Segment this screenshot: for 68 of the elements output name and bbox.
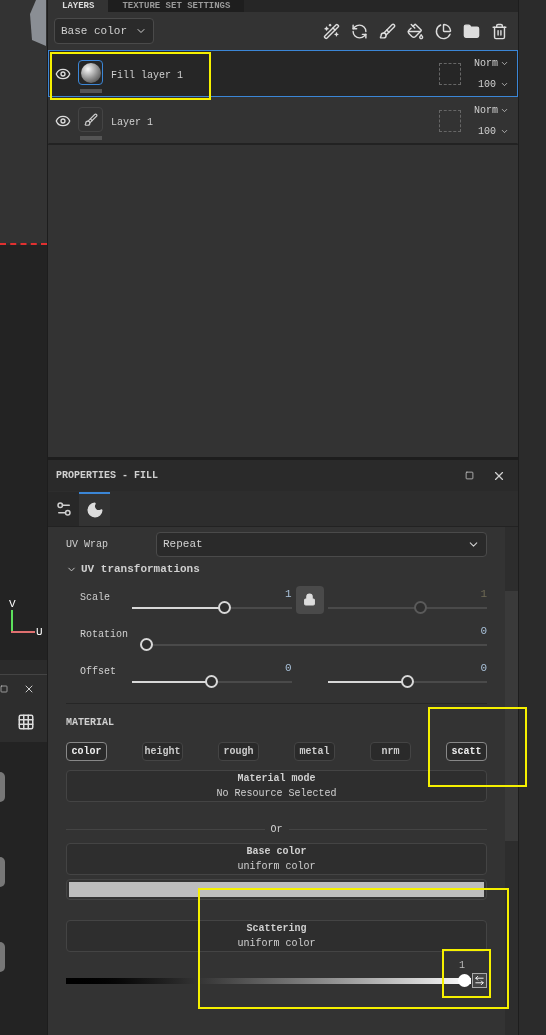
channel-dropdown[interactable]: Base color (54, 18, 154, 44)
channel-toggle[interactable]: nrm (370, 742, 411, 761)
channel-toggle[interactable]: rough (218, 742, 259, 761)
swap-icon (474, 975, 485, 986)
panel-tab[interactable]: LAYERS (48, 0, 109, 12)
slider[interactable] (132, 674, 292, 689)
opacity-dropdown[interactable]: 100 (478, 123, 509, 139)
scattering-button[interactable]: Scattering uniform color (66, 920, 487, 952)
scrollbar-thumb[interactable] (505, 591, 518, 841)
brush-icon[interactable] (379, 22, 396, 40)
settings-icon (54, 500, 73, 518)
slider[interactable] (132, 600, 292, 615)
folder-icon[interactable] (463, 22, 480, 40)
channel-toggle[interactable]: height (142, 742, 183, 761)
material-mode-button[interactable]: Material mode No Resource Selected (66, 770, 487, 802)
mask-slot (439, 109, 461, 132)
lock-button[interactable] (295, 585, 324, 614)
preview-thumbnail[interactable] (0, 942, 5, 972)
section-title: MATERIAL (66, 716, 114, 728)
channel-toggle[interactable]: scatt (446, 742, 487, 761)
mask-bar (79, 89, 102, 93)
gradient-slider[interactable] (66, 973, 471, 988)
field-label: Offset (79, 664, 117, 679)
uv-axis: V U (9, 602, 44, 638)
separator-label: Or (270, 823, 283, 837)
opacity-dropdown[interactable]: 100 (478, 76, 509, 92)
properties-tab[interactable] (79, 492, 110, 526)
mask-slot (439, 62, 461, 85)
layer-row[interactable]: Fill layer 1 Norm 100 (48, 50, 518, 97)
color-swatch[interactable] (66, 879, 487, 900)
slider[interactable] (140, 637, 487, 652)
refresh-icon[interactable] (351, 22, 368, 40)
slider-value: 1 (459, 959, 465, 973)
slider-value: 1 (284, 586, 292, 601)
slider-value: 0 (284, 660, 292, 675)
base-color-button[interactable]: Base color uniform color (66, 843, 487, 875)
slider[interactable] (327, 674, 487, 689)
swap-button[interactable] (472, 973, 487, 988)
trash-icon[interactable] (491, 22, 508, 40)
preview-thumbnail[interactable] (0, 857, 5, 887)
panel-tab[interactable]: TEXTURE SET SETTINGS (108, 0, 245, 12)
layer-name: Fill layer 1 (111, 69, 184, 83)
lock-icon (303, 593, 316, 606)
undock-icon[interactable] (465, 471, 474, 480)
properties-tab[interactable] (48, 492, 79, 526)
grid-icon[interactable] (17, 713, 35, 731)
field-label: Scale (79, 590, 111, 605)
channel-toggle[interactable]: metal (294, 742, 335, 761)
panel-title: PROPERTIES - FILL (56, 469, 159, 483)
blend-dropdown[interactable]: Norm (474, 102, 509, 118)
model-corner (30, 0, 46, 48)
paint-bucket-icon[interactable] (407, 22, 424, 40)
slider-value: 0 (480, 623, 487, 638)
slider-value: 0 (480, 660, 487, 675)
field-label: UV Wrap (66, 537, 109, 552)
slider-thumb[interactable] (458, 973, 471, 987)
wand-icon[interactable] (323, 22, 340, 40)
uv-wrap-dropdown[interactable]: Repeat (156, 531, 487, 557)
layer-name: Layer 1 (111, 116, 154, 130)
undock-icon[interactable] (0, 684, 8, 693)
brush-icon (83, 112, 98, 127)
blend-dropdown[interactable]: Norm (474, 55, 509, 71)
field-label: Rotation (79, 627, 129, 642)
channel-toggle[interactable]: color (66, 742, 107, 761)
preview-thumbnail[interactable] (0, 772, 5, 802)
section-header[interactable]: UV transformations (66, 561, 487, 578)
pie-icon[interactable] (435, 22, 452, 40)
mask-bar (79, 136, 102, 140)
